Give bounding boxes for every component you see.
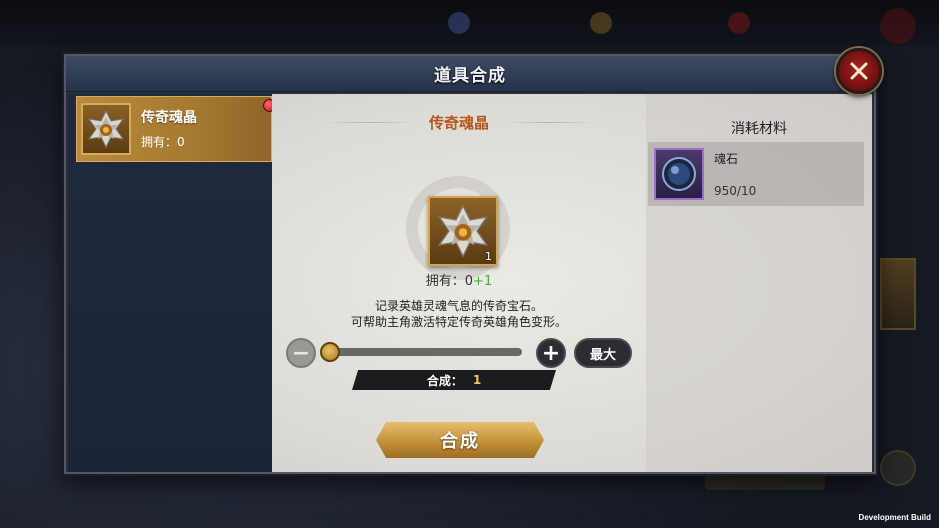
synthesize-label: 合成: [440, 431, 480, 452]
background-resource-2: [590, 12, 612, 34]
slider-handle[interactable]: [320, 342, 340, 362]
background-close-icon: [880, 8, 916, 44]
quantity-display: 合成： 1: [352, 370, 556, 390]
dialog-title: 道具合成: [434, 66, 506, 86]
description-line-2: 可帮助主角激活特定传奇英雄角色变形。: [350, 315, 567, 329]
list-item-name: 传奇魂晶: [141, 110, 197, 126]
decrease-button[interactable]: −: [286, 338, 316, 368]
dialog-header: 道具合成: [66, 56, 874, 92]
soul-crystal-icon: [81, 103, 131, 155]
background-card: [880, 258, 916, 330]
background-resource-3: [728, 12, 750, 34]
background-round-button: [880, 450, 916, 486]
increase-button[interactable]: +: [536, 338, 566, 368]
materials-title: 消耗材料: [731, 121, 787, 137]
max-button[interactable]: 最大: [574, 338, 632, 368]
detail-item-name: 传奇魂晶: [428, 114, 489, 132]
material-item: 魂石 950/10: [648, 142, 864, 206]
item-synthesis-dialog: 道具合成 传奇魂晶 拥有：0 传奇魂晶 1 拥有：0+1 记录英雄灵魂气息的传奇…: [64, 54, 876, 474]
item-description: 记录英雄灵魂气息的传奇宝石。 可帮助主角激活特定传奇英雄角色变形。: [272, 298, 646, 330]
list-item-owned: 拥有：0: [141, 135, 185, 149]
owned-count-value: 拥有：0: [425, 274, 474, 289]
description-line-1: 记录英雄灵魂气息的传奇宝石。: [374, 299, 543, 313]
item-list: 传奇魂晶 拥有：0: [68, 94, 276, 472]
material-name: 魂石: [714, 152, 739, 166]
soul-stone-icon[interactable]: [654, 148, 704, 200]
synthesize-button[interactable]: 合成: [376, 422, 544, 458]
quantity-label: 合成：: [426, 373, 463, 388]
materials-panel: 消耗材料 魂石 950/10: [646, 94, 872, 472]
quantity-value: 1: [472, 373, 482, 387]
synthesis-area: 传奇魂晶 1 拥有：0+1 记录英雄灵魂气息的传奇宝石。 可帮助主角激活特定传奇…: [272, 94, 646, 472]
detail-panel: 传奇魂晶 1 拥有：0+1 记录英雄灵魂气息的传奇宝石。 可帮助主角激活特定传奇…: [272, 94, 872, 472]
owned-count: 拥有：0+1: [272, 270, 646, 289]
quantity-slider[interactable]: [328, 348, 522, 356]
background-top-bar: [0, 0, 939, 46]
owned-count-increment: +1: [473, 274, 493, 289]
close-button[interactable]: [836, 48, 882, 94]
close-icon: [850, 62, 868, 80]
background-resource-1: [448, 12, 470, 34]
background-bottom-button: [705, 472, 825, 490]
soul-crystal-large-icon[interactable]: 1: [428, 196, 498, 266]
development-build-label: Development Build: [858, 513, 931, 522]
list-item-legend-soul-crystal[interactable]: 传奇魂晶 拥有：0: [76, 96, 276, 162]
icon-count-badge: 1: [485, 250, 492, 263]
material-count: 950/10: [714, 184, 757, 198]
